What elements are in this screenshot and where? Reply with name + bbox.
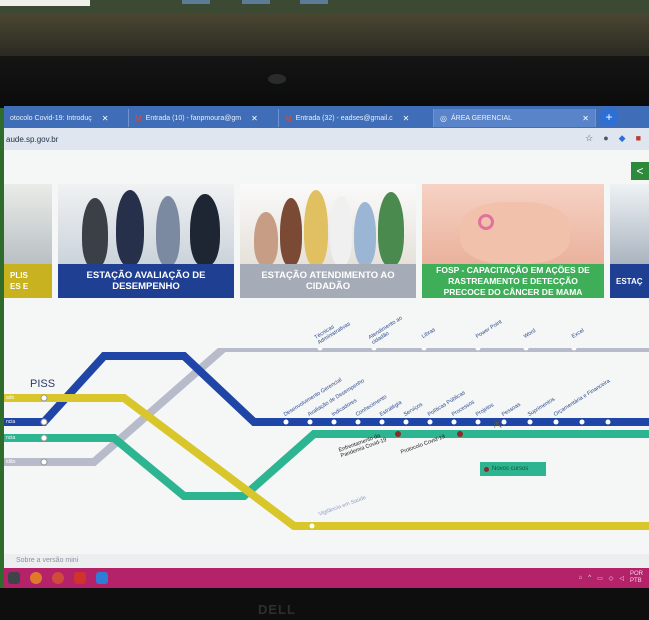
side-label: ncia bbox=[4, 419, 18, 425]
pdf-app-icon[interactable] bbox=[74, 572, 86, 584]
star-icon[interactable]: ☆ bbox=[585, 133, 593, 144]
card-label: ESTAÇÃO ATENDIMENTO AO CIDADÃO bbox=[240, 264, 416, 298]
side-label: ado bbox=[4, 395, 17, 401]
legend-label: Novos cursos bbox=[492, 466, 529, 472]
browser-tab[interactable]: M Entrada (10) - fanpmoura@gm ✕ bbox=[129, 109, 279, 127]
browser-tabbar: otocolo Covid-19: Introduç ✕ M Entrada (… bbox=[4, 106, 649, 128]
address-bar[interactable]: aude.sp.gov.br ☆ ● ◆ ■ bbox=[4, 128, 649, 150]
side-label: idão bbox=[4, 459, 18, 465]
back-arrow-icon[interactable]: < bbox=[631, 162, 649, 180]
pdf-icon[interactable]: ■ bbox=[636, 133, 641, 144]
close-icon[interactable]: ✕ bbox=[403, 114, 410, 123]
monitor-bezel-bottom bbox=[0, 588, 649, 620]
gray-station-label[interactable]: Atendimento ao cidadão bbox=[368, 313, 412, 346]
monitor-brand-logo: DELL bbox=[258, 602, 296, 617]
browser-tab[interactable]: M Entrada (32) - eadses@gmail.c ✕ bbox=[279, 109, 434, 127]
top-strip bbox=[0, 0, 649, 14]
monitor-bezel-top bbox=[0, 56, 649, 108]
language-label[interactable]: POR bbox=[630, 571, 643, 578]
gray-station-label[interactable]: Word bbox=[523, 328, 537, 340]
gmail-icon: M bbox=[285, 113, 292, 123]
gray-station-label[interactable]: Libras bbox=[421, 327, 437, 340]
close-icon[interactable]: ✕ bbox=[582, 114, 589, 123]
battery-icon[interactable]: ▭ bbox=[597, 575, 603, 582]
card-photo bbox=[58, 184, 234, 264]
legend-badge: Novos cursos bbox=[480, 462, 546, 476]
tab-label: Entrada (10) - fanpmoura@gm bbox=[145, 114, 242, 122]
webcam-icon bbox=[268, 74, 286, 84]
volume-icon[interactable]: ◁ bbox=[619, 575, 624, 582]
course-card[interactable]: ESTAÇÃO ATENDIMENTO AO CIDADÃO bbox=[240, 184, 416, 298]
monitor-screen: otocolo Covid-19: Introduç ✕ M Entrada (… bbox=[4, 106, 649, 588]
status-bar[interactable]: Sobre a versão mini bbox=[4, 554, 649, 568]
chevron-up-icon[interactable]: ^ bbox=[588, 575, 591, 581]
gray-station-label[interactable]: Excel bbox=[571, 328, 586, 340]
new-tab-button[interactable]: + bbox=[600, 108, 618, 126]
keyboard-label[interactable]: PTB bbox=[630, 578, 643, 585]
extension-icon[interactable]: ● bbox=[603, 133, 608, 144]
people-icon[interactable]: ⌂ bbox=[579, 575, 583, 581]
card-photo bbox=[610, 184, 649, 264]
network-icon[interactable]: ◇ bbox=[609, 575, 614, 582]
url-text: aude.sp.gov.br bbox=[6, 134, 59, 144]
tab-label: Entrada (32) - eadses@gmail.c bbox=[295, 114, 393, 122]
system-tray: ⌂ ^ ▭ ◇ ◁ POR PTB bbox=[579, 571, 643, 585]
tab-label: ÁREA GERENCIAL bbox=[450, 114, 513, 122]
tab-label: otocolo Covid-19: Introduç bbox=[10, 114, 92, 122]
windows-app-icon[interactable] bbox=[96, 572, 108, 584]
browser-tab-active[interactable]: ◎ ÁREA GERENCIAL ✕ bbox=[434, 109, 596, 127]
calculator-icon[interactable] bbox=[8, 572, 20, 584]
background-ceiling bbox=[0, 14, 649, 56]
gray-station-label[interactable]: Técnicas Administrativas bbox=[314, 308, 364, 346]
side-label: ncia bbox=[4, 435, 18, 441]
browser-icon[interactable] bbox=[52, 572, 64, 584]
yellow-line bbox=[4, 394, 649, 530]
card-photo bbox=[4, 184, 52, 264]
course-card[interactable]: ESTAÇ bbox=[610, 184, 649, 298]
cursor-icon: ⇱ bbox=[494, 420, 503, 431]
metro-origin-label: PISS bbox=[30, 378, 56, 390]
globe-icon: ◎ bbox=[440, 113, 447, 123]
card-label: PLIS ES E bbox=[4, 264, 52, 298]
course-metro-map bbox=[4, 348, 649, 530]
photo-frame: otocolo Covid-19: Introduç ✕ M Entrada (… bbox=[0, 0, 649, 620]
shield-icon[interactable]: ◆ bbox=[619, 133, 626, 144]
page-content: < PLIS ES E ESTAÇÃO AVALIAÇÃO DE DESEMPE… bbox=[4, 150, 649, 554]
browser-tab[interactable]: otocolo Covid-19: Introduç ✕ bbox=[4, 109, 129, 127]
card-photo bbox=[422, 184, 604, 264]
card-label: ESTAÇ bbox=[610, 264, 649, 298]
course-card[interactable]: PLIS ES E bbox=[4, 184, 52, 298]
gray-station-label[interactable]: Power Point bbox=[475, 319, 503, 340]
gmail-icon: M bbox=[135, 113, 142, 123]
card-photo bbox=[240, 184, 416, 264]
card-label: FOSP - CAPACITAÇÃO EM AÇÕES DE RASTREAME… bbox=[422, 264, 604, 298]
course-card[interactable]: FOSP - CAPACITAÇÃO EM AÇÕES DE RASTREAME… bbox=[422, 184, 604, 298]
legend-dot-icon bbox=[484, 466, 489, 472]
course-card[interactable]: ESTAÇÃO AVALIAÇÃO DE DESEMPENHO bbox=[58, 184, 234, 298]
close-icon[interactable]: ✕ bbox=[251, 114, 258, 123]
green-line bbox=[4, 430, 649, 500]
close-icon[interactable]: ✕ bbox=[102, 114, 109, 123]
card-label: ESTAÇÃO AVALIAÇÃO DE DESEMPENHO bbox=[58, 264, 234, 298]
taskbar: ⌂ ^ ▭ ◇ ◁ POR PTB bbox=[4, 568, 649, 588]
firefox-icon[interactable] bbox=[30, 572, 42, 584]
